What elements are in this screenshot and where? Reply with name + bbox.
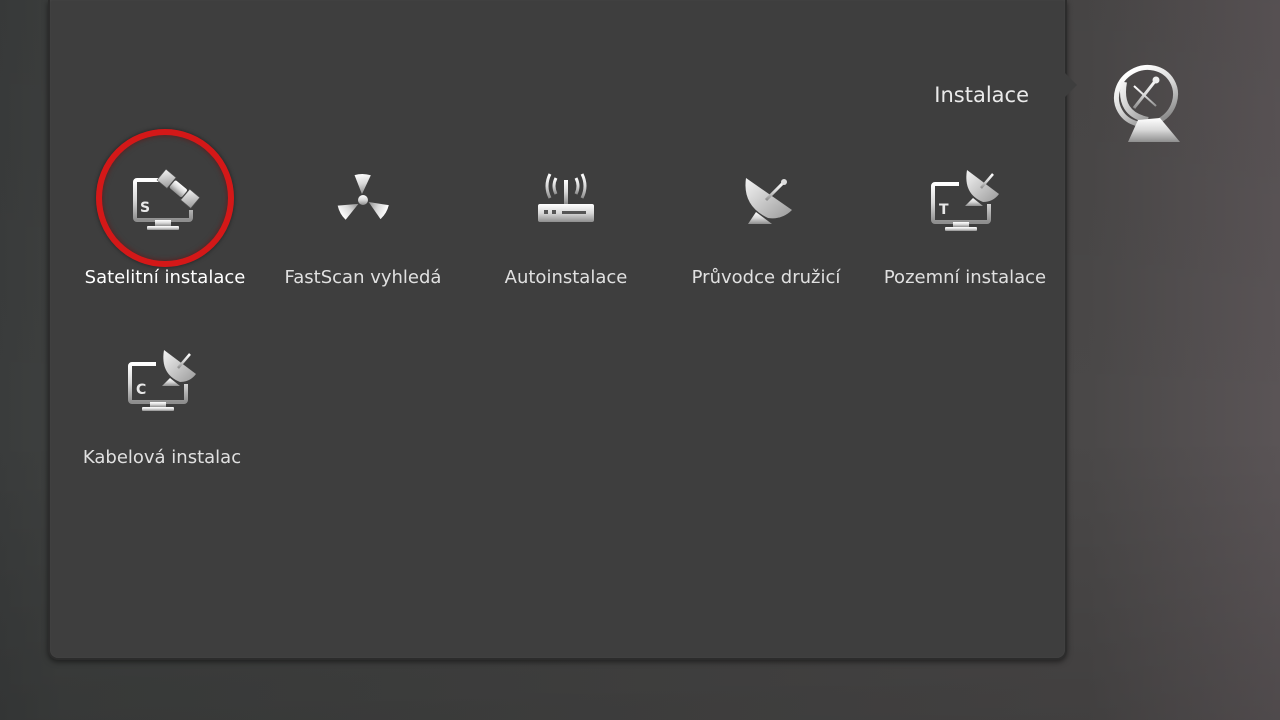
svg-text:T: T — [939, 202, 949, 218]
menu-item-satellite-guide[interactable]: Průvodce družicí — [671, 132, 861, 302]
satellite-monitor-icon: S — [133, 168, 203, 230]
menu-item-label: Autoinstalace — [504, 267, 628, 288]
menu-item-fastscan[interactable]: FastScan vyhledá — [268, 132, 458, 302]
menu-item-label: Kabelová instalac — [82, 447, 242, 468]
menu-item-cable-installation[interactable]: C Kabelová instalac — [67, 312, 257, 482]
satellite-dish-icon — [745, 178, 792, 224]
menu-panel: Instalace S Satelitní instalace FastScan… — [48, 0, 1067, 660]
page-title: Instalace — [934, 83, 1029, 107]
svg-text:S: S — [140, 200, 150, 216]
menu-item-label: FastScan vyhledá — [284, 267, 442, 288]
svg-text:C: C — [136, 382, 146, 398]
menu-item-label: Pozemní instalace — [883, 267, 1047, 288]
menu-item-label: Satelitní instalace — [84, 267, 246, 288]
router-antenna-icon — [538, 173, 594, 222]
menu-item-satellite-installation[interactable]: S Satelitní instalace — [70, 129, 260, 302]
menu-item-autoinstall[interactable]: Autoinstalace — [471, 132, 661, 302]
menu-item-terrestrial-installation[interactable]: T Pozemní instalace — [870, 132, 1060, 302]
cable-dish-monitor-icon: C — [128, 346, 200, 411]
satellite-dish-icon — [1113, 64, 1180, 142]
terrestrial-dish-monitor-icon: T — [931, 166, 1003, 231]
radiation-icon — [337, 173, 389, 220]
title-pointer — [1063, 71, 1077, 99]
menu-item-label: Průvodce družicí — [691, 267, 841, 288]
